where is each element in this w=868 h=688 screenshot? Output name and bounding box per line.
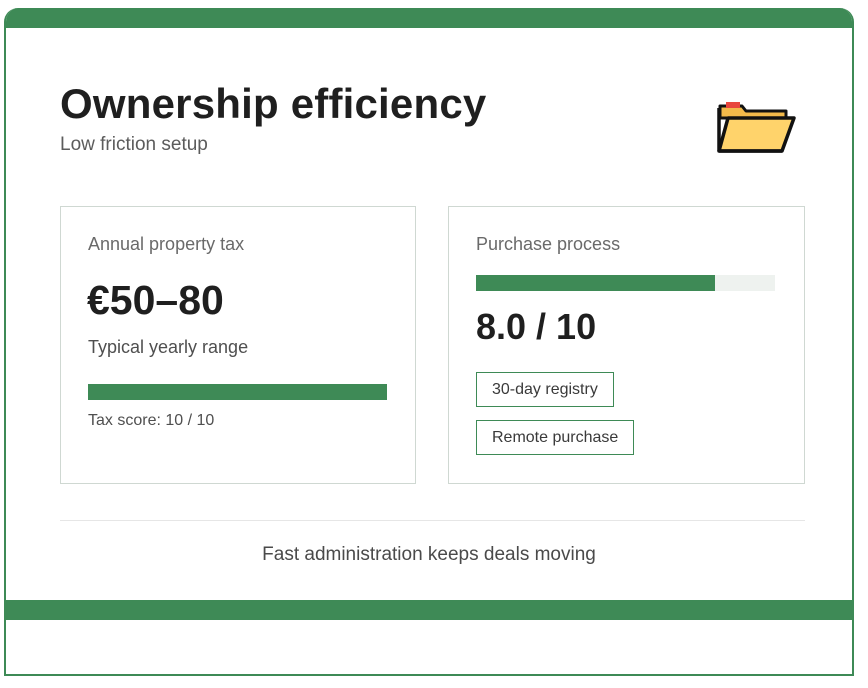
tax-score-bar	[88, 384, 387, 400]
property-tax-label: Annual property tax	[88, 234, 245, 254]
divider	[60, 520, 805, 521]
tax-score-fill	[88, 384, 387, 400]
page-subtitle: Low friction setup	[60, 134, 208, 155]
bottom-accent-bar	[6, 600, 852, 620]
footer-text: Fast administration keeps deals moving	[262, 544, 596, 565]
page-title: Ownership efficiency	[60, 80, 487, 127]
property-tax-note: Typical yearly range	[88, 337, 249, 357]
tax-score-text: Tax score: 10 / 10	[88, 412, 215, 429]
process-score-fill	[476, 275, 716, 291]
property-tax-card: Annual property tax €50–80 Typical yearl…	[60, 206, 416, 484]
top-accent-bar	[6, 8, 852, 28]
process-rating: 8.0 / 10	[476, 306, 597, 347]
property-tax-value: €50–80	[87, 277, 224, 323]
purchase-process-card: Purchase process 8.0 / 10 30-day registr…	[448, 206, 805, 484]
purchase-process-label: Purchase process	[476, 234, 621, 254]
tag-remote-purchase: Remote purchase	[476, 420, 635, 455]
process-score-bar	[476, 275, 775, 291]
efficiency-card: Ownership efficiency Low friction setup …	[4, 8, 854, 676]
folder-icon	[716, 98, 796, 158]
tag-30-day-registry: 30-day registry	[476, 372, 614, 407]
